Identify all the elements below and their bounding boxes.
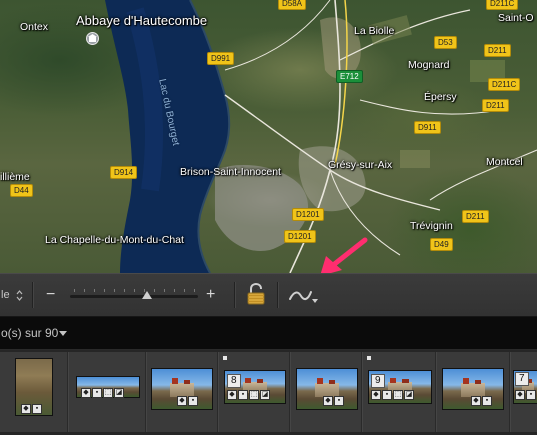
road-shield-d911: D911 (414, 121, 441, 134)
map-badge-icon: ▪ (92, 388, 102, 398)
filmstrip-cell[interactable]: ◆ ▪ (436, 352, 510, 432)
develop-badge-icon: ◪ (404, 390, 414, 400)
annotation-arrow-icon (320, 237, 368, 273)
filmstrip-cell[interactable]: 9 ◆ ▪ ⬚ ◪ (362, 352, 436, 432)
crop-badge-icon: ⬚ (393, 390, 403, 400)
keyword-badge-icon: ◆ (21, 404, 31, 414)
thumbnail-badges: ◆ ▪ ⬚ ◪ (371, 390, 414, 400)
filmstrip-cell[interactable]: ◆ ▪ ⬚ ◪ (68, 352, 146, 432)
filmstrip-cell[interactable]: 7 ◆ ▪ (510, 352, 537, 432)
place-abbaye: Abbaye d'Hautecombe (76, 13, 208, 28)
map-toolbar: le − + (0, 273, 537, 317)
thumbnail-badges: ◆ ▪ (21, 404, 42, 414)
filmstrip[interactable]: ◆ ▪ ◆ ▪ ⬚ ◪ ◆ ▪ 8 ◆ ▪ ⬚ ◪ ◆ ▪ 9 ◆ ▪ ⬚ ◪ … (0, 350, 537, 435)
crop-badge-icon: ⬚ (103, 388, 113, 398)
map-badge-icon: ▪ (32, 404, 42, 414)
road-shield-d53: D53 (434, 36, 457, 49)
filmstrip-cell[interactable]: ◆ ▪ (0, 352, 68, 432)
keyword-badge-icon: ◆ (471, 396, 481, 406)
road-shield-d1201-a: D1201 (292, 208, 324, 221)
place-illieme: illième (0, 171, 30, 183)
road-shield-d58a: D58A (278, 0, 307, 10)
map-view[interactable]: Abbaye d'Hautecombe Ontex La Biolle Sain… (0, 0, 537, 273)
road-shield-d211-b: D211 (482, 99, 509, 112)
develop-badge-icon: ◪ (114, 388, 124, 398)
crop-badge-icon: ⬚ (249, 390, 259, 400)
lake-shape (105, 0, 230, 273)
map-badge-icon: ▪ (382, 390, 392, 400)
filmstrip-cell[interactable]: ◆ ▪ (290, 352, 362, 432)
caret-down-icon[interactable] (59, 331, 67, 337)
photo-count-label[interactable]: o(s) sur 90 (1, 326, 58, 340)
flag-marker (367, 356, 371, 360)
filmstrip-cell[interactable]: ◆ ▪ (146, 352, 218, 432)
road-shield-e712: E712 (336, 70, 363, 83)
place-chapelle: La Chapelle-du-Mont-du-Chat (45, 234, 184, 246)
toolbar-divider (234, 282, 235, 308)
keyword-badge-icon: ◆ (227, 390, 237, 400)
thumbnail-badges: ◆ ▪ ⬚ ◪ (227, 390, 270, 400)
place-trevignin: Trévignin (410, 220, 453, 232)
map-badge-icon: ▪ (188, 396, 198, 406)
keyword-badge-icon: ◆ (81, 388, 91, 398)
place-la-biolle: La Biolle (354, 25, 395, 37)
place-gresy: Grésy-sur-Aix (328, 159, 393, 171)
lock-icon[interactable] (247, 283, 265, 305)
map-badge-icon: ▪ (238, 390, 248, 400)
road-shield-d211-a: D211 (484, 44, 511, 57)
road-shield-d1201-b: D1201 (284, 230, 316, 243)
zoom-in-button[interactable]: + (206, 287, 215, 303)
road-shield-d211c-b: D211C (488, 78, 521, 91)
zoom-slider-track[interactable] (70, 295, 198, 298)
place-epersy: Épersy (424, 91, 457, 103)
landmark-icon[interactable] (86, 32, 99, 45)
road-shield-d211c-top: D211C (486, 0, 519, 10)
place-montcel: Montcel (486, 156, 523, 168)
road-shield-d914: D914 (110, 166, 138, 179)
map-badge-icon: ▪ (526, 390, 536, 400)
keyword-badge-icon: ◆ (515, 390, 525, 400)
map-badge-icon: ▪ (482, 396, 492, 406)
keyword-badge-icon: ◆ (177, 396, 187, 406)
filmstrip-info-bar: o(s) sur 90 (0, 317, 537, 350)
toolbar-divider (277, 282, 278, 308)
tracklog-icon[interactable] (289, 288, 319, 304)
style-select-label[interactable]: le (1, 289, 10, 301)
develop-badge-icon: ◪ (260, 390, 270, 400)
toolbar-divider (32, 282, 33, 308)
flag-marker (223, 356, 227, 360)
place-ontex: Ontex (20, 21, 49, 33)
stack-number-badge: 8 (227, 374, 241, 388)
stack-number-badge: 7 (515, 372, 529, 386)
thumbnail-badges: ◆ ▪ (515, 390, 536, 400)
place-mognard: Mognard (408, 59, 450, 71)
road-shield-d44: D44 (10, 184, 33, 197)
stack-number-badge: 9 (371, 374, 385, 388)
thumbnail-badges: ◆ ▪ ⬚ ◪ (81, 388, 124, 398)
thumbnail-badges: ◆ ▪ (177, 396, 198, 406)
zoom-slider-thumb[interactable] (141, 291, 152, 299)
road-shield-d991: D991 (207, 52, 235, 65)
keyword-badge-icon: ◆ (371, 390, 381, 400)
place-brison: Brison-Saint-Innocent (180, 166, 281, 178)
road-shield-d49: D49 (430, 238, 453, 251)
updown-chevron-icon[interactable] (16, 290, 23, 301)
place-saint-o: Saint-O (498, 12, 534, 24)
map-badge-icon: ▪ (334, 396, 344, 406)
zoom-out-button[interactable]: − (46, 287, 55, 303)
keyword-badge-icon: ◆ (323, 396, 333, 406)
thumbnail-badges: ◆ ▪ (471, 396, 492, 406)
road-shield-d211-c: D211 (462, 210, 489, 223)
thumbnail-badges: ◆ ▪ (323, 396, 344, 406)
filmstrip-cell[interactable]: 8 ◆ ▪ ⬚ ◪ (218, 352, 290, 432)
